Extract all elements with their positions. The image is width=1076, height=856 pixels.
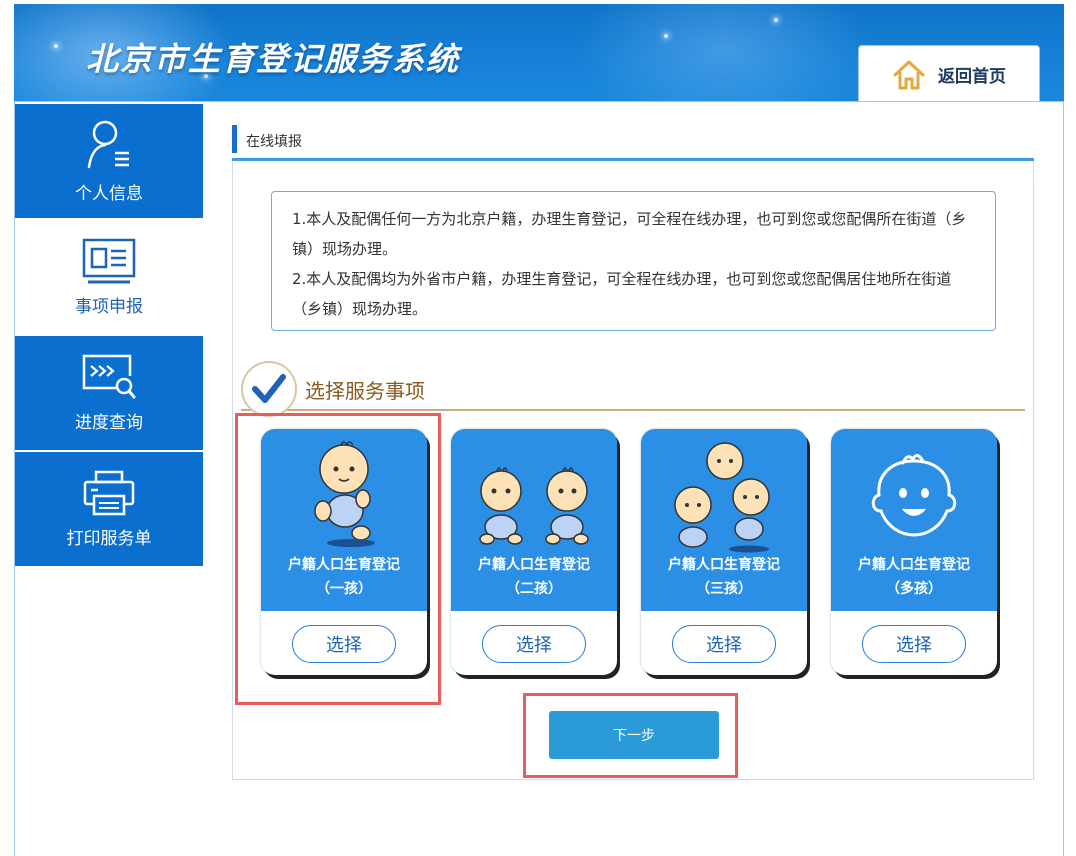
checkmark-icon — [241, 361, 297, 417]
section-title: 选择服务事项 — [305, 379, 425, 403]
main-content: 在线填报 1.本人及配偶任何一方为北京户籍，办理生育登记，可全程在线办理，也可到… — [232, 120, 1034, 780]
sidebar-item-progress-query[interactable]: 进度查询 — [15, 336, 203, 450]
home-icon — [893, 60, 925, 89]
sidebar-item-personal-info[interactable]: 个人信息 — [15, 104, 203, 218]
select-button[interactable]: 选择 — [862, 625, 966, 663]
id-card-icon — [82, 238, 136, 283]
sidebar-item-label: 事项申报 — [75, 296, 143, 317]
breadcrumb: 在线填报 — [232, 120, 1034, 161]
card-subtitle: （三孩） — [696, 581, 752, 597]
select-button[interactable]: 选择 — [672, 625, 776, 663]
section-header: 选择服务事项 — [241, 361, 1025, 417]
triplet-babies-icon — [674, 442, 770, 553]
notice-line-1: 1.本人及配偶任何一方为北京户籍，办理生育登记，可全程在线办理，也可到您或您配偶… — [292, 210, 967, 258]
home-button-label: 返回首页 — [938, 67, 1006, 87]
notice-line-2: 2.本人及配偶均为外省市户籍，办理生育登记，可全程在线办理，也可到您或您配偶居住… — [292, 270, 952, 318]
sidebar: 个人信息 事项申报 进度查询 打印服务单 — [15, 104, 203, 568]
sidebar-item-label: 进度查询 — [75, 412, 143, 433]
highlight-box-next-button — [523, 693, 738, 778]
breadcrumb-label: 在线填报 — [246, 134, 302, 150]
card-subtitle: （多孩） — [886, 581, 942, 597]
select-button[interactable]: 选择 — [482, 625, 586, 663]
highlight-box-first-card — [235, 413, 441, 705]
service-card-third-child[interactable]: 户籍人口生育登记 （三孩） 选择 — [641, 429, 807, 675]
printer-icon — [83, 470, 135, 515]
card-title: 户籍人口生育登记 — [478, 557, 590, 573]
person-list-icon — [87, 120, 129, 168]
service-card-second-child[interactable]: 户籍人口生育登记 （二孩） 选择 — [451, 429, 617, 675]
twin-babies-icon — [479, 467, 589, 545]
sidebar-item-print[interactable]: 打印服务单 — [15, 452, 203, 566]
home-button[interactable]: 返回首页 — [858, 45, 1040, 102]
card-title: 户籍人口生育登记 — [668, 557, 780, 573]
baby-face-icon — [871, 454, 957, 537]
site-title: 北京市生育登记服务系统 — [86, 40, 461, 78]
sidebar-item-declaration[interactable]: 事项申报 — [15, 220, 203, 334]
notice-box: 1.本人及配偶任何一方为北京户籍，办理生育登记，可全程在线办理，也可到您或您配偶… — [271, 191, 996, 331]
header-banner: 北京市生育登记服务系统 返回首页 — [14, 4, 1064, 102]
card-subtitle: （二孩） — [506, 581, 562, 597]
card-title: 户籍人口生育登记 — [858, 557, 970, 573]
sidebar-item-label: 个人信息 — [75, 183, 143, 204]
search-document-icon — [82, 354, 136, 398]
service-card-multiple-children[interactable]: 户籍人口生育登记 （多孩） 选择 — [831, 429, 997, 675]
sidebar-item-label: 打印服务单 — [66, 528, 152, 549]
